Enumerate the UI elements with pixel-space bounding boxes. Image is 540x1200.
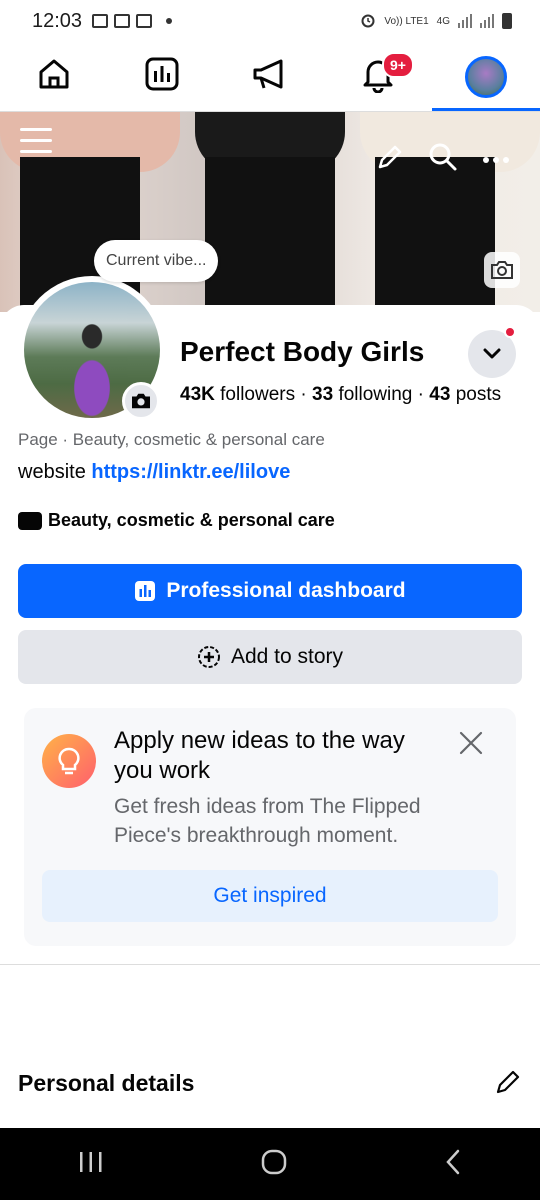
close-card-button[interactable] — [458, 730, 484, 761]
system-icons: Vo)) LTE1 4G — [360, 12, 512, 31]
signal-icon — [458, 14, 472, 28]
followers-count[interactable]: 43K — [180, 384, 215, 405]
menu-button[interactable] — [20, 126, 52, 161]
posts-label: posts — [455, 384, 502, 405]
website-label: website — [18, 461, 86, 483]
gallery-icon — [92, 14, 109, 28]
edit-personal-details-button[interactable] — [494, 1068, 522, 1101]
followers-label[interactable]: followers — [220, 384, 295, 405]
top-nav: 9+ — [0, 42, 540, 112]
get-inspired-button[interactable]: Get inspired — [42, 870, 498, 922]
note-bubble[interactable]: Current vibe... — [94, 240, 219, 282]
profile-camera-button[interactable] — [122, 382, 160, 420]
add-story-icon — [197, 646, 220, 668]
cover-actions — [376, 142, 510, 177]
more-icon — [483, 156, 509, 163]
chevron-down-icon — [483, 348, 501, 359]
tab-ads[interactable] — [216, 42, 324, 111]
section-divider — [0, 964, 540, 965]
mail-icon — [114, 14, 131, 28]
card-body: Get fresh ideas from The Flipped Piece's… — [114, 795, 421, 847]
signal-icon-2 — [480, 14, 494, 28]
posts-count: 43 — [429, 384, 451, 405]
home-icon — [36, 56, 72, 97]
home-circle-icon — [261, 1149, 287, 1174]
following-count[interactable]: 33 — [312, 384, 333, 405]
profile-stats: 43K followers · 33 following · 43 posts — [180, 384, 501, 406]
website-row: website https://linktr.ee/lilove — [18, 461, 290, 484]
professional-dashboard-button[interactable]: Professional dashboard — [18, 564, 522, 618]
profile-avatar — [465, 55, 507, 98]
back-button[interactable] — [444, 1148, 462, 1181]
more-notifications-icon — [166, 18, 173, 24]
pencil-icon — [496, 1070, 520, 1094]
dashboard-icon — [144, 56, 180, 97]
home-nav-button[interactable] — [260, 1148, 288, 1181]
battery-icon — [502, 13, 512, 29]
recents-button[interactable] — [78, 1150, 104, 1179]
more-button[interactable] — [482, 151, 510, 169]
status-time: 12:03 — [32, 9, 83, 32]
category-badge: Beauty, cosmetic & personal care — [48, 510, 335, 530]
megaphone-icon — [251, 56, 289, 97]
camera-icon — [132, 393, 150, 409]
page-title: Perfect Body Girls — [180, 336, 425, 367]
following-label[interactable]: following — [338, 384, 412, 405]
hamburger-icon — [20, 128, 52, 153]
add-to-story-button[interactable]: Add to story — [18, 630, 522, 684]
notification-badge: 9+ — [382, 52, 414, 78]
lightbulb-icon — [42, 734, 96, 788]
facebook-icon — [136, 14, 153, 28]
cover-figure-3 — [375, 157, 495, 312]
tab-dashboard[interactable] — [108, 42, 216, 111]
tab-notifications[interactable]: 9+ — [324, 42, 432, 111]
add-to-story-label: Add to story — [230, 645, 344, 668]
stats-separator: · — [300, 384, 313, 405]
tab-home[interactable] — [0, 42, 108, 111]
status-bar: 12:03 Vo)) LTE1 4G — [0, 0, 540, 42]
network-type: 4G — [436, 15, 450, 27]
category-row: Beauty, cosmetic & personal care — [18, 510, 335, 531]
personal-details-heading: Personal details — [18, 1070, 195, 1096]
back-icon — [446, 1149, 460, 1174]
edit-button[interactable] — [376, 143, 404, 176]
cover-camera-button[interactable] — [484, 252, 520, 288]
card-title: Apply new ideas to the way you work — [114, 727, 405, 784]
dashboard-icon — [135, 581, 156, 601]
category-icon — [18, 511, 42, 530]
professional-dashboard-label: Professional dashboard — [166, 579, 406, 602]
suggestion-card: Apply new ideas to the way you work Get … — [24, 708, 516, 946]
notification-icons — [92, 14, 173, 28]
stats-separator: · — [417, 384, 430, 405]
recents-icon — [80, 1151, 102, 1172]
system-nav-bar — [0, 1128, 540, 1200]
close-icon — [459, 731, 483, 755]
page-category: Page · Beauty, cosmetic & personal care — [18, 430, 325, 449]
network-label: Vo)) LTE1 — [384, 15, 429, 27]
camera-icon — [491, 261, 513, 279]
search-button[interactable] — [428, 142, 458, 177]
alarm-icon — [360, 12, 376, 31]
alert-dot — [504, 326, 516, 338]
tab-profile[interactable] — [432, 42, 540, 111]
search-icon — [429, 143, 457, 171]
cover-figure-2 — [205, 157, 335, 312]
pencil-icon — [378, 145, 402, 169]
website-link[interactable]: https://linktr.ee/lilove — [91, 461, 290, 483]
